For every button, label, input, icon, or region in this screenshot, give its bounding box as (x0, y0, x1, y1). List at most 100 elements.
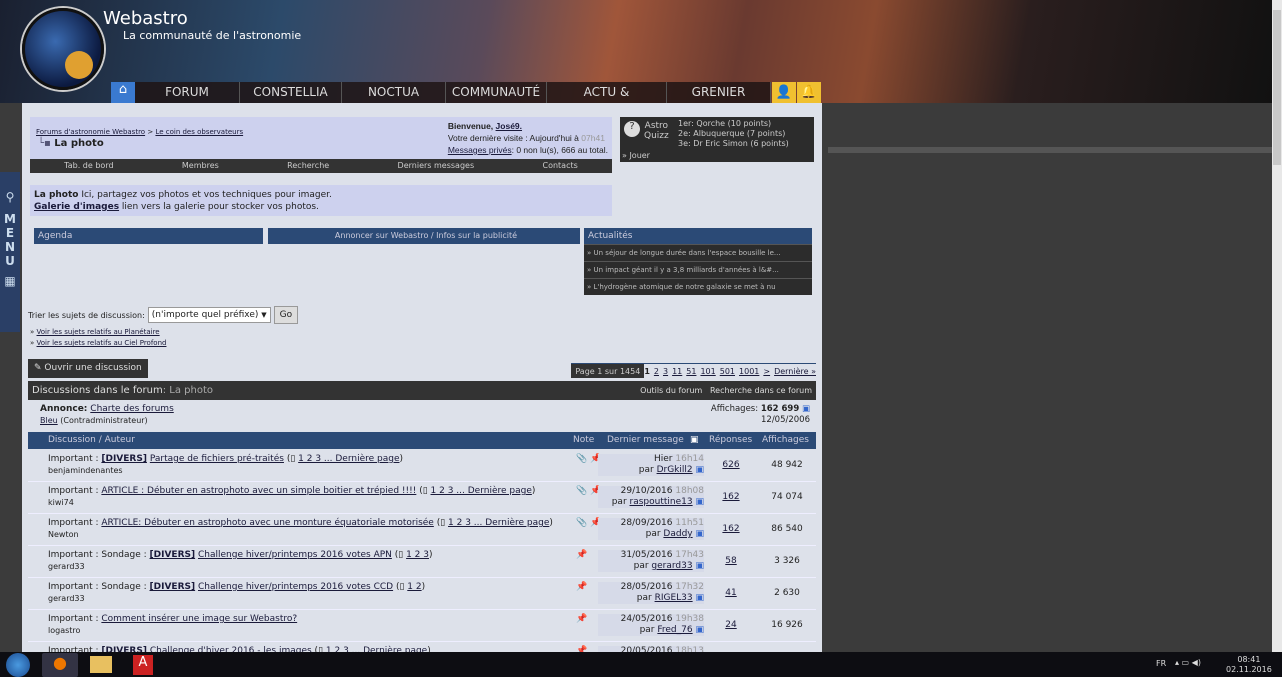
gallery-link[interactable]: Galerie d'images (34, 202, 119, 212)
new-thread-button[interactable]: ✎ Ouvrir une discussion (28, 359, 148, 378)
last-poster[interactable]: DrGkill2 (657, 465, 693, 475)
subnav-contacts[interactable]: Contacts (542, 159, 577, 173)
thread-author[interactable]: benjamindenantes (48, 466, 123, 475)
table-row[interactable]: Important : Sondage : [DIVERS] Challenge… (28, 578, 816, 610)
thread-title[interactable]: ARTICLE: Débuter en astrophoto avec une … (101, 518, 433, 528)
breadcrumb-parent[interactable]: Le coin des observateurs (155, 128, 243, 136)
thread-title[interactable]: Challenge hiver/printemps 2016 votes APN (198, 550, 392, 560)
nav-constellia[interactable]: CONSTELLIA (240, 82, 342, 103)
goto-last-icon[interactable]: ▣ (695, 497, 704, 507)
announcement-link[interactable]: Charte des forums (90, 404, 173, 414)
thread-title[interactable]: ARTICLE : Débuter en astrophoto avec un … (101, 486, 416, 496)
goto-icon[interactable]: ▣ (802, 404, 810, 414)
thread-title[interactable]: Challenge hiver/printemps 2016 votes CCD (198, 582, 393, 592)
table-row[interactable]: Important : [DIVERS] Partage de fichiers… (28, 450, 816, 482)
forum-search-menu[interactable]: Recherche dans ce forum (710, 386, 812, 395)
page-link[interactable]: 51 (686, 364, 696, 378)
agenda-header[interactable]: Agenda (34, 228, 263, 244)
news-item[interactable]: » Un séjour de longue durée dans l'espac… (584, 244, 812, 261)
forum-tools-menu[interactable]: Outils du forum (640, 386, 702, 395)
user-icon[interactable]: 👤 (772, 82, 796, 103)
table-row[interactable]: Important : ARTICLE: Débuter en astropho… (28, 514, 816, 546)
goto-last-icon[interactable]: ▣ (695, 529, 704, 539)
last-poster[interactable]: RIGEL33 (655, 593, 693, 603)
page-link[interactable]: 3 (663, 364, 668, 378)
page-scrollbar[interactable] (1272, 0, 1282, 652)
nav-grenier[interactable]: GRENIER (667, 82, 771, 103)
page-link[interactable]: 11 (672, 364, 682, 378)
next-page-link[interactable]: > (763, 364, 770, 378)
replies-count[interactable]: 41 (704, 588, 758, 598)
acrobat-icon[interactable]: A (133, 655, 153, 675)
news-item[interactable]: » L'hydrogène atomique de notre galaxie … (584, 278, 812, 295)
goto-last-icon[interactable]: ▣ (695, 593, 704, 603)
related-planetary-link[interactable]: Voir les sujets relatifs au Planétaire (37, 328, 160, 336)
home-icon[interactable]: ⌂ (111, 82, 135, 103)
last-poster[interactable]: Daddy (663, 529, 692, 539)
go-button[interactable]: Go (273, 306, 299, 324)
thread-pages[interactable]: 1 2 3 ... Dernière page (448, 518, 549, 528)
dropdown-arrow-icon[interactable]: ▼ (261, 311, 266, 319)
thread-pages[interactable]: 1 2 (407, 582, 421, 592)
clock[interactable]: 08:41 02.11.2016 (1226, 655, 1272, 675)
nav-forum[interactable]: FORUM (135, 82, 240, 103)
goto-last-icon[interactable]: ▣ (695, 561, 704, 571)
thread-author[interactable]: gerard33 (48, 594, 85, 603)
breadcrumb-root[interactable]: Forums d'astronomie Webastro (36, 128, 145, 136)
col-replies[interactable]: Réponses (709, 432, 752, 449)
page-link[interactable]: 101 (700, 364, 715, 378)
subnav-dashboard[interactable]: Tab. de bord (64, 159, 113, 173)
news-item[interactable]: » Un impact géant il y a 3,8 milliards d… (584, 261, 812, 278)
start-button[interactable] (6, 653, 30, 677)
ad-link[interactable]: Annoncer sur Webastro / Infos sur la pub… (268, 228, 580, 244)
nav-actu[interactable]: ACTU & PREVISIONS (547, 82, 667, 120)
firefox-icon[interactable]: ● (42, 653, 78, 677)
col-discussion[interactable]: Discussion / Auteur (48, 432, 135, 449)
goto-last-icon[interactable]: ▣ (695, 625, 704, 635)
last-poster[interactable]: Fred_76 (657, 625, 692, 635)
private-messages-link[interactable]: Messages privés (448, 145, 512, 155)
replies-count[interactable]: 626 (704, 460, 758, 470)
webastro-logo[interactable] (22, 8, 104, 90)
sort-icon[interactable]: ▣ (690, 432, 699, 449)
replies-count[interactable]: 24 (704, 620, 758, 630)
page-link[interactable]: 2 (654, 364, 659, 378)
nav-noctua[interactable]: NOCTUA (342, 82, 446, 103)
language-indicator[interactable]: FR (1156, 659, 1166, 668)
last-poster[interactable]: gerard33 (651, 561, 692, 571)
side-menu-tab[interactable]: ⚲ MENU ▦ (0, 172, 20, 332)
goto-last-icon[interactable]: ▣ (695, 465, 704, 475)
search-icon[interactable]: ⚲ (0, 190, 20, 204)
last-page-link[interactable]: Dernière » (774, 364, 816, 378)
thread-tag[interactable]: [DIVERS] (150, 582, 196, 592)
scrollbar-thumb[interactable] (1273, 10, 1281, 165)
replies-count[interactable]: 162 (704, 492, 758, 502)
announcement-author[interactable]: Bleu (40, 416, 58, 425)
thread-author[interactable]: Newton (48, 530, 79, 539)
thread-title[interactable]: Comment insérer une image sur Webastro? (101, 614, 297, 624)
user-link[interactable]: José9. (496, 121, 522, 131)
thread-author[interactable]: kiwi74 (48, 498, 74, 507)
subnav-members[interactable]: Membres (182, 159, 219, 173)
thread-author[interactable]: logastro (48, 626, 80, 635)
table-row[interactable]: Important : Comment insérer une image su… (28, 610, 816, 642)
subnav-latest[interactable]: Derniers messages (398, 159, 475, 173)
page-link[interactable]: 501 (720, 364, 735, 378)
col-note[interactable]: Note (573, 432, 594, 449)
table-row[interactable]: Important : [DIVERS] Challenge d'hiver 2… (28, 642, 816, 652)
page-link[interactable]: 1001 (739, 364, 759, 378)
prefix-select[interactable]: (n'importe quel préfixe) ▼ (147, 307, 271, 323)
col-views[interactable]: Affichages (762, 432, 809, 449)
thread-pages[interactable]: 1 2 3 (406, 550, 429, 560)
thread-tag[interactable]: [DIVERS] (101, 454, 147, 464)
replies-count[interactable]: 58 (704, 556, 758, 566)
thread-pages[interactable]: 1 2 3 ... Dernière page (298, 454, 399, 464)
menu-label[interactable]: MENU (3, 212, 17, 268)
explorer-icon[interactable] (90, 656, 112, 673)
related-deepsky-link[interactable]: Voir les sujets relatifs au Ciel Profond (37, 339, 167, 347)
bell-icon[interactable]: 🔔 (797, 82, 821, 103)
table-row[interactable]: Important : ARTICLE : Débuter en astroph… (28, 482, 816, 514)
nav-communaute[interactable]: COMMUNAUTÉ (446, 82, 547, 103)
grid-icon[interactable]: ▦ (0, 274, 20, 288)
subnav-search[interactable]: Recherche (287, 159, 329, 173)
